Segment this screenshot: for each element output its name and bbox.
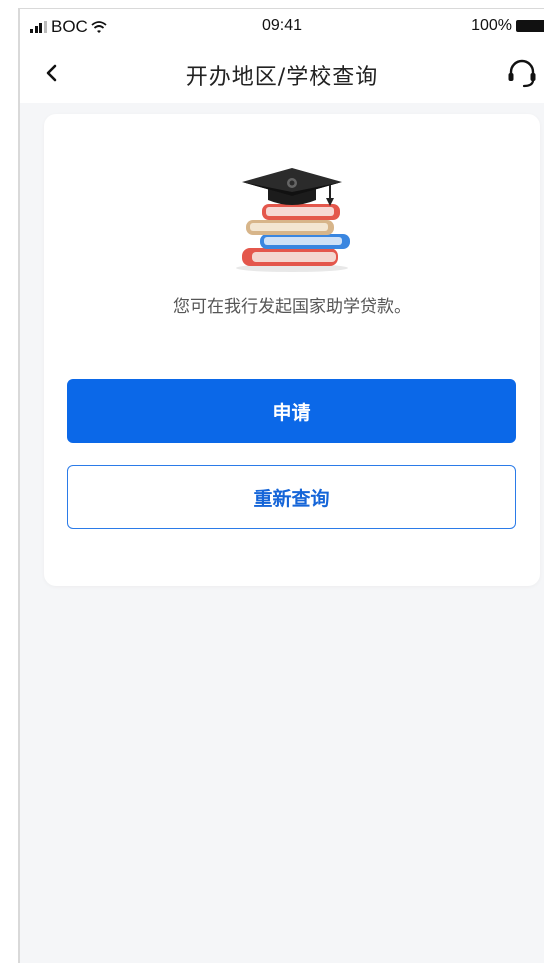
battery-percent: 100% (471, 17, 512, 34)
eligibility-message: 您可在我行发起国家助学贷款。 (173, 297, 411, 317)
headset-icon[interactable] (502, 55, 542, 91)
status-right: 100% (471, 17, 544, 35)
status-bar: BOC 09:41 100% (20, 9, 544, 43)
status-time: 09:41 (261, 17, 303, 34)
requery-button[interactable]: 重新查询 (67, 465, 516, 529)
result-card: 您可在我行发起国家助学贷款。 申请 重新查询 (44, 114, 540, 586)
graduation-cap-books-icon (236, 168, 350, 272)
phone-screen: BOC 09:41 100% 开办地区/学校查询 您可在我行发起国家助学贷款。 … (18, 8, 544, 963)
battery-icon (516, 20, 544, 32)
nav-bar: 开办地区/学校查询 (20, 43, 544, 103)
page-title: 开办地区/学校查询 (185, 65, 379, 90)
apply-button[interactable]: 申请 (67, 379, 516, 443)
